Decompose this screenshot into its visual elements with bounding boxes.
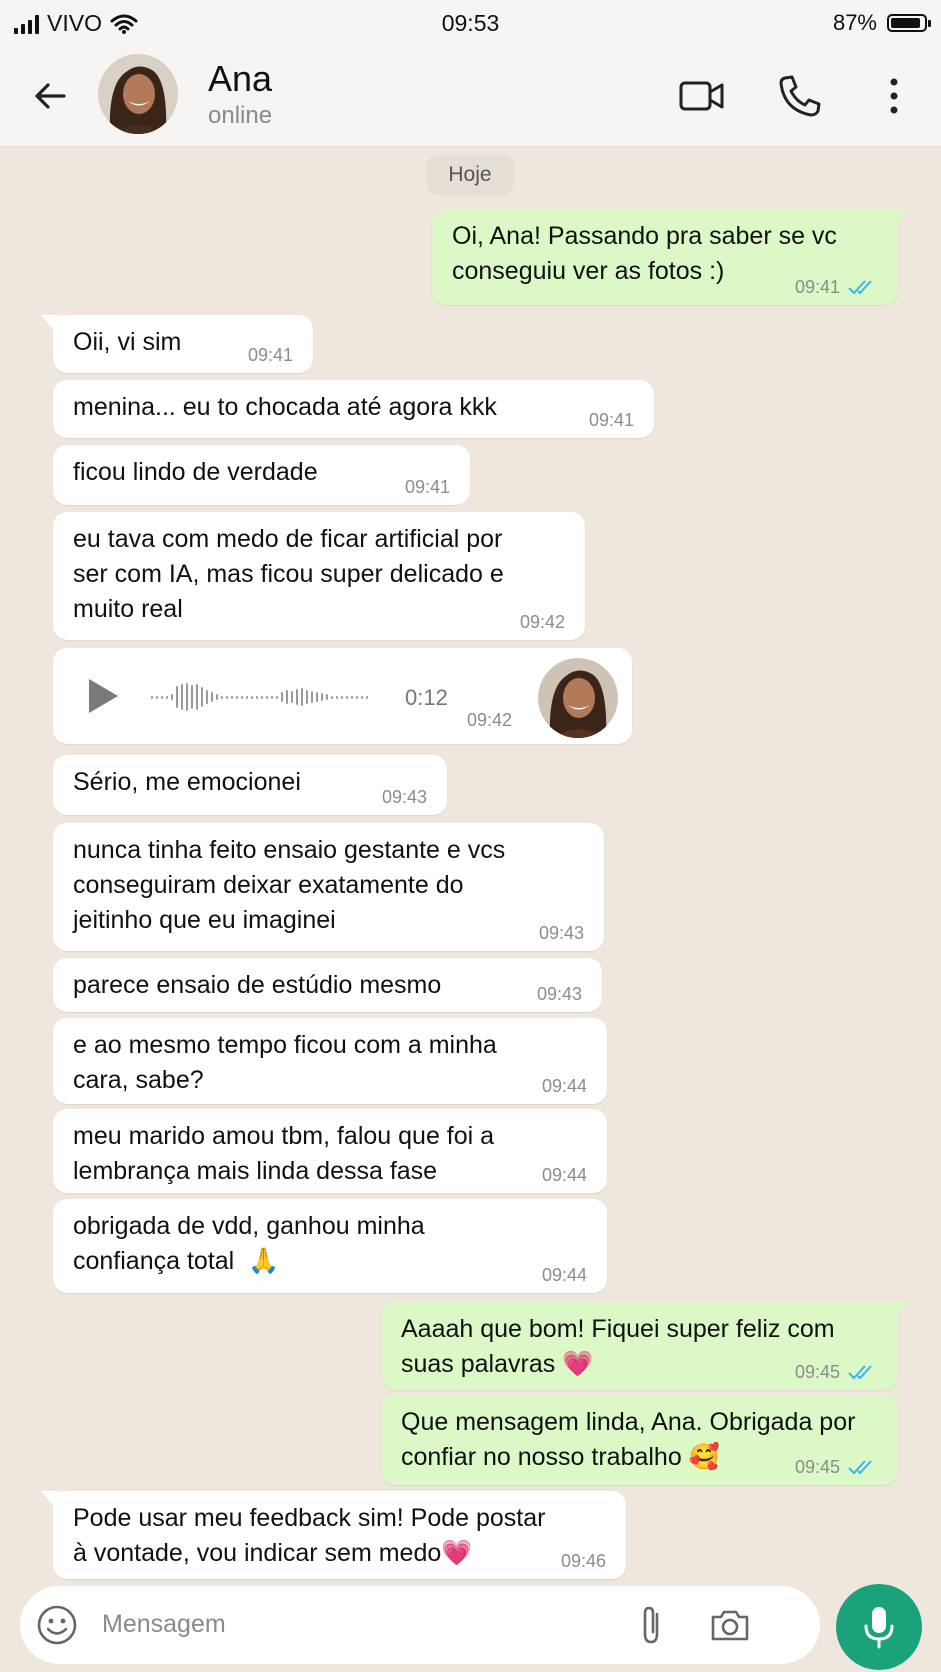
phone-call-icon[interactable] — [776, 72, 824, 120]
camera-icon[interactable] — [708, 1604, 752, 1646]
message-text: menina... eu to chocada até agora kkk — [73, 393, 497, 421]
message-text: e ao mesmo tempo ficou com a minha cara,… — [73, 1031, 497, 1094]
microphone-icon — [864, 1607, 894, 1649]
contact-avatar[interactable] — [98, 54, 178, 134]
emoji-icon[interactable] — [36, 1604, 78, 1646]
message-time: 09:41 — [588, 410, 634, 430]
message-bubble-incoming[interactable]: Sério, me emocionei 09:43 — [53, 755, 447, 815]
more-options-icon[interactable] — [870, 72, 918, 120]
message-time: 09:43 — [538, 923, 584, 943]
message-input-bar: Mensagem — [20, 1586, 820, 1664]
message-time: 09:42 — [466, 710, 512, 730]
battery-percent: 87% — [832, 10, 877, 35]
message-time: 09:44 — [541, 1165, 587, 1185]
clock: 09:53 — [441, 10, 500, 36]
contact-status: online — [208, 102, 273, 129]
date-chip: Hoje — [426, 155, 514, 195]
voice-record-button[interactable] — [836, 1584, 922, 1670]
message-bubble-incoming[interactable]: eu tava com medo de ficar artificial por… — [53, 512, 585, 640]
voice-message-bubble[interactable]: 0:12 09:42 — [53, 648, 632, 744]
message-bubble-incoming[interactable]: e ao mesmo tempo ficou com a minha cara,… — [53, 1018, 607, 1104]
video-call-icon[interactable] — [678, 72, 726, 120]
message-text: nunca tinha feito ensaio gestante e vcs … — [73, 836, 506, 934]
message-text: eu tava com medo de ficar artificial por… — [73, 525, 504, 623]
message-time: 09:43 — [381, 787, 427, 807]
message-time: 09:46 — [560, 1551, 606, 1571]
double-check-icon — [848, 278, 878, 296]
message-time: 09:45 — [794, 1362, 840, 1382]
message-bubble-outgoing[interactable]: Aaaah que bom! Fiquei super feliz com su… — [381, 1302, 910, 1390]
message-text: parece ensaio de estúdio mesmo — [73, 971, 442, 999]
battery-icon — [887, 14, 931, 32]
double-check-icon — [848, 1458, 878, 1476]
voice-duration: 0:12 — [405, 685, 448, 710]
message-bubble-incoming[interactable]: Pode usar meu feedback sim! Pode postar … — [41, 1491, 626, 1579]
message-time: 09:44 — [541, 1076, 587, 1096]
message-time: 09:42 — [519, 612, 565, 632]
message-text: meu marido amou tbm, falou que foi a lem… — [73, 1122, 495, 1185]
message-text: Pode usar meu feedback sim! Pode postar … — [73, 1504, 546, 1567]
double-check-icon — [848, 1363, 878, 1381]
message-bubble-incoming[interactable]: ficou lindo de verdade 09:41 — [53, 445, 470, 505]
message-bubble-incoming[interactable]: menina... eu to chocada até agora kkk 09… — [53, 380, 654, 438]
message-text: obrigada de vdd, ganhou minha confiança … — [73, 1212, 425, 1275]
contact-name[interactable]: Ana — [208, 58, 272, 100]
message-text: Sério, me emocionei — [73, 768, 301, 796]
play-icon[interactable] — [85, 676, 121, 716]
message-list[interactable]: Hoje Oi, Ana! Passando pra saber se vc c… — [0, 147, 941, 1579]
message-bubble-incoming[interactable]: meu marido amou tbm, falou que foi a lem… — [53, 1109, 607, 1193]
status-bar: VIVO 09:53 87% — [0, 0, 941, 46]
message-time: 09:44 — [541, 1265, 587, 1285]
back-arrow-icon[interactable] — [30, 76, 70, 116]
message-time: 09:41 — [247, 345, 293, 365]
message-time: 09:41 — [794, 277, 840, 297]
message-bubble-incoming[interactable]: nunca tinha feito ensaio gestante e vcs … — [53, 823, 604, 951]
message-text: ficou lindo de verdade — [73, 458, 318, 486]
message-bubble-incoming[interactable]: Oii, vi sim 09:41 — [41, 315, 313, 373]
message-bubble-incoming[interactable]: parece ensaio de estúdio mesmo 09:43 — [53, 958, 602, 1012]
message-time: 09:45 — [794, 1457, 840, 1477]
chat-header: Ana online — [0, 46, 941, 147]
message-time: 09:41 — [404, 477, 450, 497]
message-bubble-outgoing[interactable]: Oi, Ana! Passando pra saber se vc conseg… — [432, 209, 910, 305]
message-bubble-incoming[interactable]: obrigada de vdd, ganhou minha confiança … — [53, 1199, 607, 1293]
message-time: 09:43 — [536, 984, 582, 1004]
sender-avatar — [538, 658, 618, 738]
message-input[interactable]: Mensagem — [102, 1610, 226, 1639]
message-bubble-outgoing[interactable]: Que mensagem linda, Ana. Obrigada por co… — [381, 1395, 898, 1485]
attach-icon[interactable] — [632, 1604, 672, 1646]
